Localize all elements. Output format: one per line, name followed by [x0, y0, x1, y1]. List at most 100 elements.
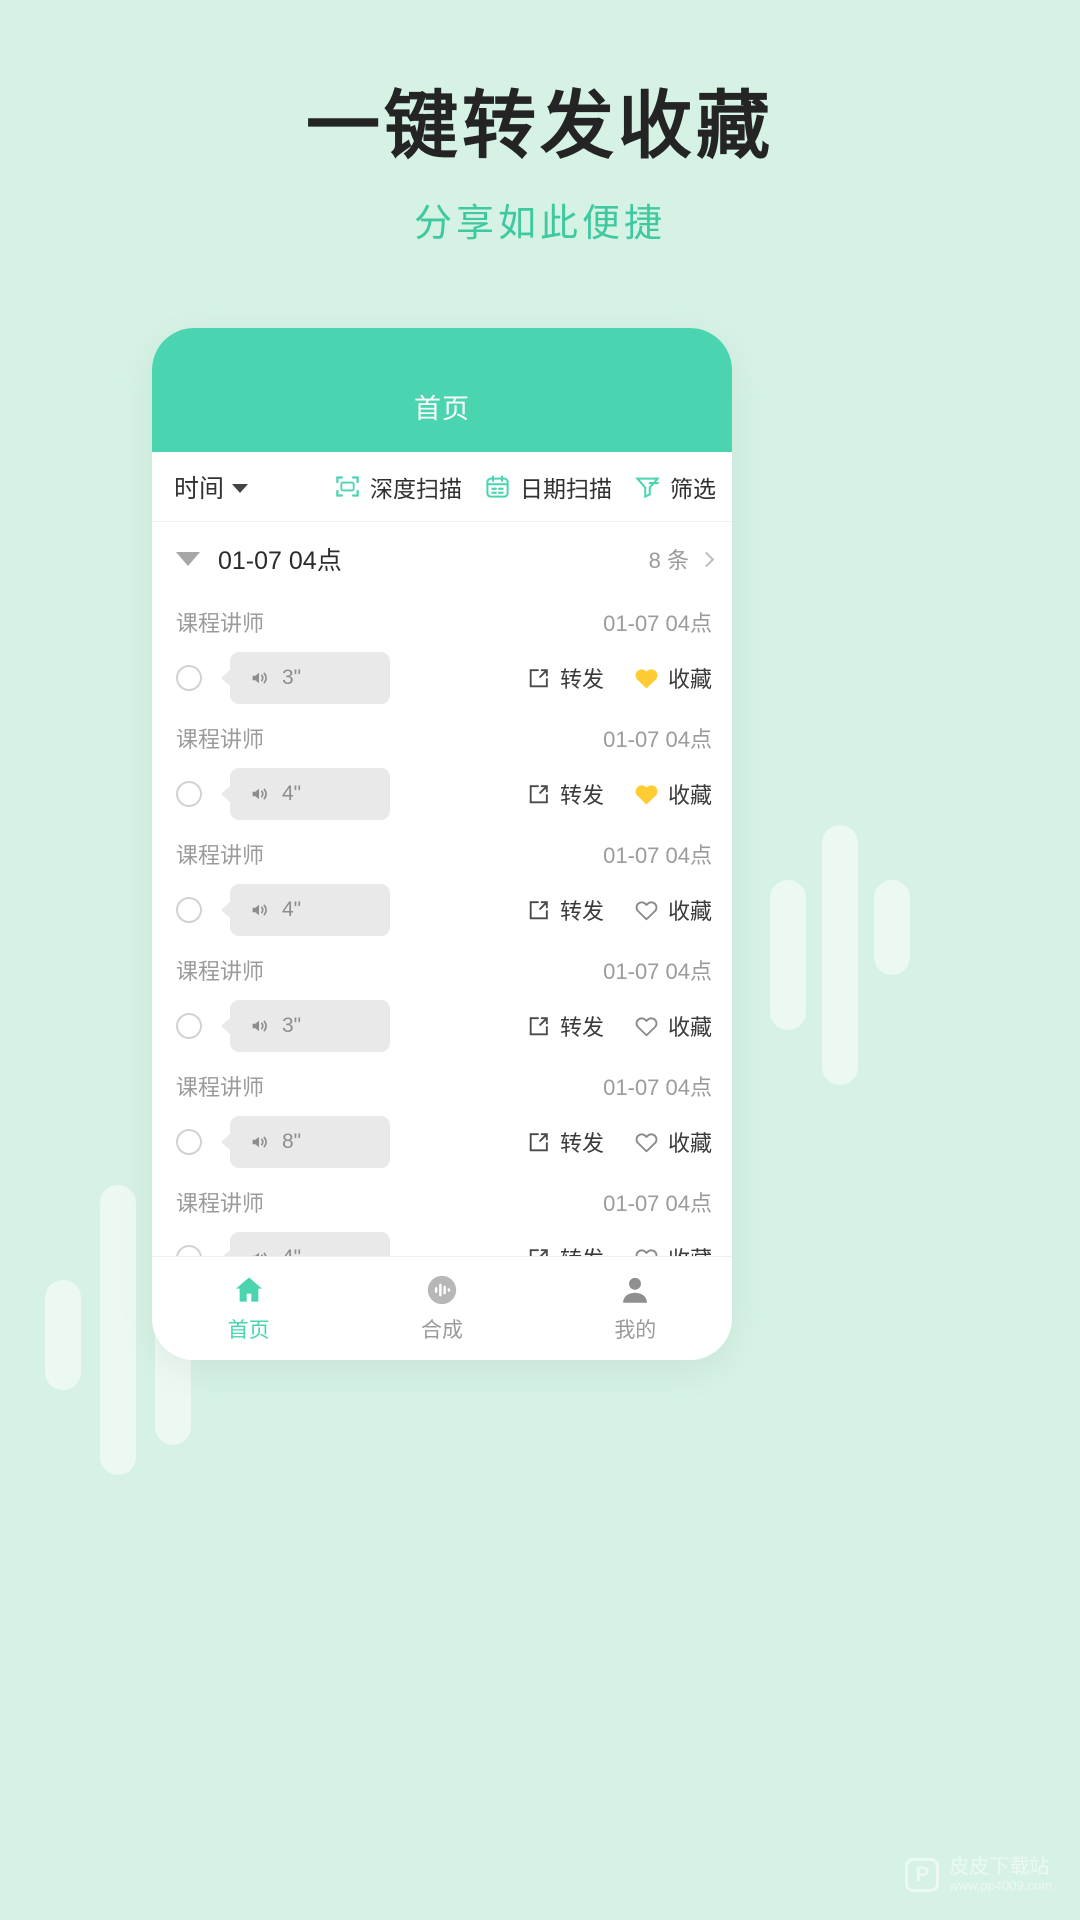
toolbar: 时间 深度扫描 日期扫描 筛选 [152, 452, 732, 522]
sender-name: 课程讲师 [176, 1191, 265, 1216]
voice-bubble[interactable]: 4" [230, 768, 390, 820]
voice-message-list: 课程讲师 01-07 04点 3" 转发 收藏 课程讲师 01-07 04点 4… [152, 596, 732, 1292]
forward-icon [526, 1014, 551, 1039]
select-radio[interactable] [176, 1129, 202, 1155]
favorite-button[interactable]: 收藏 [634, 1010, 712, 1042]
decorative-bar [770, 880, 806, 1030]
voice-bubble[interactable]: 8" [230, 1116, 390, 1168]
row-actions: 转发 收藏 [526, 778, 712, 810]
row-meta: 课程讲师 01-07 04点 [176, 722, 712, 754]
app-header: 首页 [152, 328, 732, 452]
favorite-label: 收藏 [667, 1131, 712, 1156]
select-radio[interactable] [176, 781, 202, 807]
chevron-down-icon [232, 483, 249, 493]
group-title: 01-07 04点 [218, 547, 342, 575]
message-time: 01-07 04点 [603, 1075, 712, 1100]
speaker-icon [248, 899, 270, 921]
group-count: 8 条 [648, 548, 689, 573]
forward-label: 转发 [559, 1131, 604, 1156]
watermark-site-url: www.pp4009.com [949, 1878, 1052, 1894]
bottom-tabbar: 首页 合成 我的 [152, 1256, 732, 1360]
tab-compose-label: 合成 [420, 1319, 463, 1342]
sender-name: 课程讲师 [176, 727, 265, 752]
voice-message-row[interactable]: 课程讲师 01-07 04点 3" 转发 收藏 [152, 596, 732, 712]
group-header[interactable]: 01-07 04点 8 条 [152, 522, 732, 596]
filter-label: 筛选 [670, 475, 716, 502]
row-meta: 课程讲师 01-07 04点 [176, 606, 712, 638]
tab-home[interactable]: 首页 [152, 1273, 345, 1344]
decorative-bar [45, 1280, 81, 1390]
waveform-icon [425, 1273, 459, 1307]
forward-label: 转发 [559, 667, 604, 692]
forward-button[interactable]: 转发 [526, 894, 604, 926]
select-radio[interactable] [176, 897, 202, 923]
voice-bubble[interactable]: 4" [230, 884, 390, 936]
speaker-icon [248, 1015, 270, 1037]
voice-message-row[interactable]: 课程讲师 01-07 04点 8" 转发 收藏 [152, 1060, 732, 1176]
favorite-label: 收藏 [667, 1015, 712, 1040]
tab-home-label: 首页 [227, 1319, 270, 1342]
forward-button[interactable]: 转发 [526, 1126, 604, 1158]
calendar-icon [484, 473, 511, 500]
voice-message-row[interactable]: 课程讲师 01-07 04点 4" [152, 828, 732, 944]
voice-duration: 3" [282, 1014, 302, 1037]
watermark: P 皮皮下载站 www.pp4009.com [905, 1856, 1052, 1894]
select-radio[interactable] [176, 665, 202, 691]
voice-message-row[interactable]: 课程讲师 01-07 04点 4" [152, 712, 732, 828]
hero-subtitle: 分享如此便捷 [413, 203, 666, 246]
heart-icon [634, 1014, 659, 1039]
screenshot-root: 一键转发收藏 分享如此便捷 首页 时间 深度扫描 日期扫描 筛选 01-07 0… [0, 0, 1080, 1920]
favorite-button[interactable]: 收藏 [634, 662, 712, 694]
group-count-area: 8 条 [648, 543, 715, 575]
person-icon [618, 1273, 652, 1307]
message-time: 01-07 04点 [603, 843, 712, 868]
row-meta: 课程讲师 01-07 04点 [176, 954, 712, 986]
voice-duration: 3" [282, 666, 302, 689]
sort-dropdown[interactable]: 时间 [174, 469, 249, 505]
forward-icon [526, 898, 551, 923]
row-actions: 转发 收藏 [526, 1126, 712, 1158]
tab-compose[interactable]: 合成 [345, 1273, 538, 1344]
filter-button[interactable]: 筛选 [634, 470, 716, 504]
triangle-down-icon[interactable] [176, 552, 200, 566]
deep-scan-button[interactable]: 深度扫描 [334, 470, 462, 504]
deep-scan-label: 深度扫描 [370, 475, 462, 502]
date-scan-label: 日期扫描 [520, 475, 612, 502]
select-radio[interactable] [176, 1013, 202, 1039]
home-icon [232, 1273, 266, 1307]
row-actions: 转发 收藏 [526, 894, 712, 926]
scan-frame-icon [334, 473, 361, 500]
favorite-label: 收藏 [667, 783, 712, 808]
tab-mine-label: 我的 [614, 1319, 657, 1342]
row-body: 3" 转发 收藏 [176, 1000, 712, 1052]
message-time: 01-07 04点 [603, 1191, 712, 1216]
phone-mockup: 首页 时间 深度扫描 日期扫描 筛选 01-07 04点 8 条 课程讲师 01… [152, 328, 732, 1360]
sender-name: 课程讲师 [176, 843, 265, 868]
favorite-label: 收藏 [667, 899, 712, 924]
watermark-logo: P [905, 1858, 940, 1893]
date-scan-button[interactable]: 日期扫描 [484, 470, 612, 504]
message-time: 01-07 04点 [603, 727, 712, 752]
watermark-site-name: 皮皮下载站 [949, 1856, 1050, 1879]
favorite-button[interactable]: 收藏 [634, 894, 712, 926]
filter-icon [634, 473, 661, 500]
row-meta: 课程讲师 01-07 04点 [176, 1070, 712, 1102]
favorite-button[interactable]: 收藏 [634, 778, 712, 810]
watermark-text: 皮皮下载站 www.pp4009.com [949, 1856, 1052, 1894]
tab-mine[interactable]: 我的 [539, 1273, 732, 1344]
voice-bubble[interactable]: 3" [230, 652, 390, 704]
sort-dropdown-label: 时间 [174, 474, 225, 503]
chevron-right-icon[interactable] [698, 551, 715, 567]
voice-bubble[interactable]: 3" [230, 1000, 390, 1052]
voice-message-row[interactable]: 课程讲师 01-07 04点 3" 转发 收藏 [152, 944, 732, 1060]
voice-duration: 4" [282, 782, 302, 805]
row-meta: 课程讲师 01-07 04点 [176, 838, 712, 870]
forward-button[interactable]: 转发 [526, 778, 604, 810]
forward-button[interactable]: 转发 [526, 1010, 604, 1042]
forward-button[interactable]: 转发 [526, 662, 604, 694]
heart-icon [634, 898, 659, 923]
decorative-bar [874, 880, 910, 975]
row-actions: 转发 收藏 [526, 662, 712, 694]
heart-icon [634, 666, 659, 691]
favorite-button[interactable]: 收藏 [634, 1126, 712, 1158]
